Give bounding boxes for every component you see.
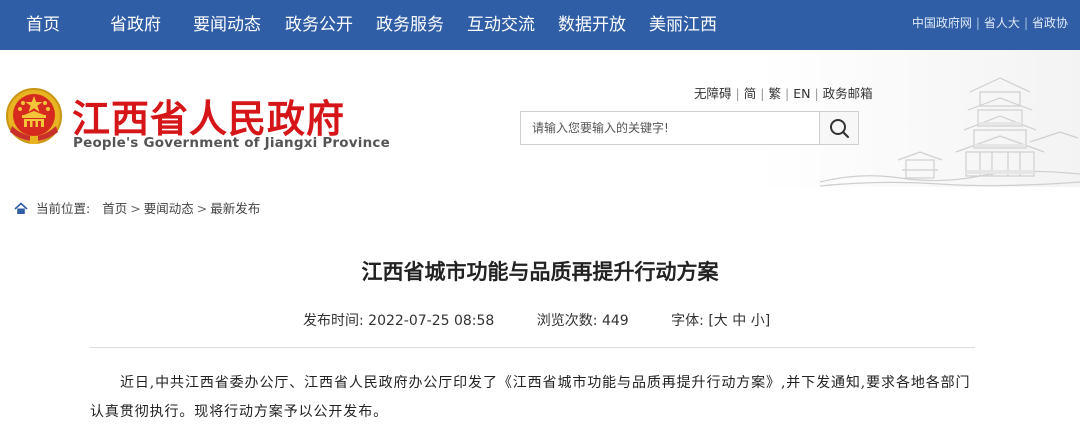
breadcrumb-home[interactable]: 首页 (102, 201, 127, 216)
link-accessibility[interactable]: 无障碍 (694, 86, 732, 101)
link-traditional[interactable]: 繁 (768, 86, 781, 101)
link-english[interactable]: EN (793, 86, 810, 101)
link-provincial-congress[interactable]: 省人大 (984, 16, 1020, 30)
link-simplified[interactable]: 简 (744, 86, 757, 101)
nav-item-open-data[interactable]: 数据开放 (558, 0, 626, 50)
nav-item-provincial-government[interactable]: 省政府 (110, 0, 161, 50)
publish-time-value: 2022-07-25 08:58 (368, 313, 495, 329)
separator: | (814, 86, 819, 101)
separator: | (1023, 16, 1028, 30)
font-size-selector: 字体: [大 中 小] (671, 310, 770, 330)
separator: | (760, 86, 765, 101)
nav-item-interaction[interactable]: 互动交流 (467, 0, 535, 50)
breadcrumb-separator: > (196, 201, 208, 216)
view-count-value: 449 (601, 313, 629, 329)
font-size-large-link[interactable]: 大 (714, 313, 728, 329)
home-icon (14, 202, 28, 214)
publish-time: 发布时间: 2022-07-25 08:58 (303, 310, 494, 330)
nav-item-news[interactable]: 要闻动态 (193, 0, 261, 50)
view-count-label: 浏览次数: (536, 313, 598, 329)
nav-item-government-affairs[interactable]: 政务公开 (285, 0, 353, 50)
separator: | (735, 86, 740, 101)
publish-time-label: 发布时间: (303, 313, 364, 329)
national-emblem-icon (6, 88, 62, 144)
breadcrumb-news[interactable]: 要闻动态 (144, 201, 194, 216)
breadcrumb-latest[interactable]: 最新发布 (210, 201, 260, 216)
breadcrumb: 当前位置: 首页 > 要闻动态 > 最新发布 (14, 198, 260, 217)
top-external-links: 中国政府网 | 省人大 | 省政协 (912, 0, 1068, 50)
view-count: 浏览次数: 449 (537, 310, 629, 330)
site-subtitle: People's Government of Jiangxi Province (73, 135, 390, 151)
font-size-small-link[interactable]: 小 (751, 313, 765, 329)
article-meta: 发布时间: 2022-07-25 08:58 浏览次数: 449 字体: [大 … (303, 310, 770, 330)
search-input[interactable] (521, 112, 819, 144)
separator: | (975, 16, 980, 30)
nav-item-beautiful-jiangxi[interactable]: 美丽江西 (649, 0, 717, 50)
font-size-label: 字体: (671, 313, 704, 329)
link-provincial-cppcc[interactable]: 省政协 (1032, 16, 1068, 30)
top-navigation-bar: 首页 省政府 要闻动态 政务公开 政务服务 互动交流 数据开放 美丽江西 中国政… (0, 0, 1080, 50)
nav-item-home[interactable]: 首页 (26, 0, 60, 50)
link-china-gov[interactable]: 中国政府网 (912, 16, 972, 30)
breadcrumb-label: 当前位置: (36, 201, 91, 216)
article-body-paragraph: 近日,中共江西省委办公厅、江西省人民政府办公厅印发了《江西省城市功能与品质再提升… (90, 375, 971, 420)
separator: | (784, 86, 790, 101)
nav-item-government-services[interactable]: 政务服务 (376, 0, 444, 50)
font-size-medium-link[interactable]: 中 (732, 313, 746, 329)
tengwang-pavilion-illustration (820, 77, 1080, 187)
site-header: 江西省人民政府 People's Government of Jiangxi P… (0, 50, 1080, 187)
search-box (520, 111, 859, 145)
divider (90, 347, 975, 348)
article-title: 江西省城市功能与品质再提升行动方案 (361, 260, 719, 284)
font-size-bracket: ] (764, 313, 771, 329)
breadcrumb-separator: > (130, 201, 141, 216)
